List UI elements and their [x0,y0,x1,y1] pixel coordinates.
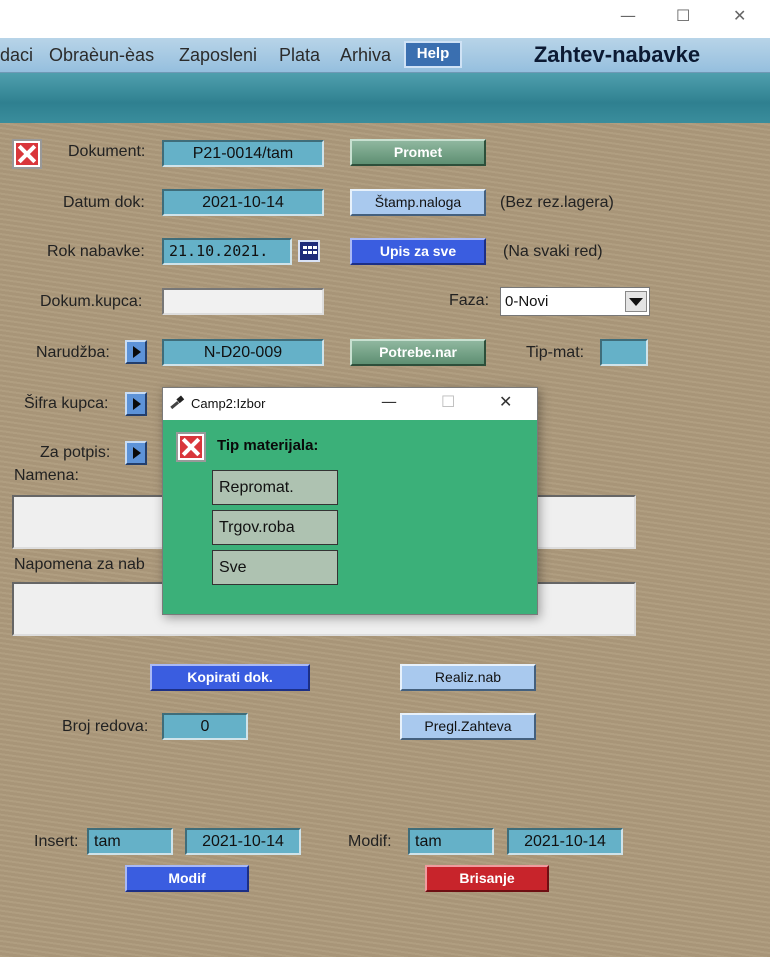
faza-label: Faza: [449,292,490,309]
pregl-zahteva-button[interactable]: Pregl.Zahteva [400,713,536,740]
insert-date-field: 2021-10-14 [185,828,301,855]
maximize-icon[interactable]: ☐ [676,6,690,25]
za-potpis-label: Za potpis: [40,444,111,461]
modif-user-field: tam [408,828,494,855]
option-trgov-roba[interactable]: Trgov.roba [212,510,338,545]
dialog-maximize-icon: ☐ [441,392,456,411]
modif-label: Modif: [348,833,392,850]
dokum-kupca-field[interactable] [162,288,324,315]
dialog-minimize-icon[interactable]: — [381,392,397,411]
promet-button[interactable]: Promet [350,139,486,166]
modif-button[interactable]: Modif [125,865,249,892]
upis-za-sve-button[interactable]: Upis za sve [350,238,486,265]
option-repromat[interactable]: Repromat. [212,470,338,505]
tip-materijala-dialog: Camp2:Izbor — ☐ ✕ Tip materijala: Reprom… [162,387,538,615]
za-potpis-lookup-button[interactable] [125,441,147,465]
hammer-icon [170,395,185,410]
broj-redova-field: 0 [162,713,248,740]
tip-mat-field[interactable] [600,339,648,366]
tip-mat-label: Tip-mat: [526,344,585,361]
insert-user-field: tam [87,828,173,855]
realiz-nab-button[interactable]: Realiz.nab [400,664,536,691]
sifra-kupca-lookup-button[interactable] [125,392,147,416]
app-title: Zahtev-nabavke [533,42,701,67]
dialog-cancel-icon[interactable] [176,432,206,462]
menu-item-daci[interactable]: daci [0,45,33,66]
calendar-icon[interactable] [298,240,320,262]
stampa-naloga-button[interactable]: Štamp.naloga [350,189,486,216]
narudzba-label: Narudžba: [36,344,110,361]
upis-note: (Na svaki red) [503,243,603,260]
menu-item-arhiva[interactable]: Arhiva [340,45,391,66]
narudzba-lookup-button[interactable] [125,340,147,364]
kopirati-dok-button[interactable]: Kopirati dok. [150,664,310,691]
menu-item-zaposleni[interactable]: Zaposleni [179,45,257,66]
rok-nabavke-field[interactable]: 21.10.2021. [162,238,292,265]
napomena-label: Napomena za nab [14,556,145,573]
stamp-note: (Bez rez.lagera) [500,194,614,211]
dokument-label: Dokument: [68,143,146,160]
help-button[interactable]: Help [404,41,462,68]
chevron-down-icon[interactable] [625,291,647,312]
faza-value: 0-Novi [505,293,549,310]
dialog-close-icon[interactable]: ✕ [499,392,512,411]
menu-item-plata[interactable]: Plata [279,45,320,66]
dialog-heading: Tip materijala: [217,437,319,454]
toolbar-strip [0,73,770,123]
datum-field[interactable]: 2021-10-14 [162,189,324,216]
close-icon[interactable]: ✕ [733,6,746,25]
broj-redova-label: Broj redova: [62,718,149,735]
namena-label: Namena: [14,467,79,484]
window-titlebar: — ☐ ✕ [0,0,770,38]
dialog-title: Camp2:Izbor [191,396,266,411]
insert-label: Insert: [34,833,79,850]
option-sve[interactable]: Sve [212,550,338,585]
dialog-titlebar: Camp2:Izbor — ☐ ✕ [163,388,537,420]
menu-item-obracun[interactable]: Obraèun-èas [49,45,154,66]
dokument-field[interactable]: P21-0014/tam [162,140,324,167]
datum-label: Datum dok: [63,194,145,211]
faza-select[interactable]: 0-Novi [500,287,650,316]
dokum-kupca-label: Dokum.kupca: [40,293,143,310]
potrebe-nar-button[interactable]: Potrebe.nar [350,339,486,366]
rok-nabavke-label: Rok nabavke: [47,243,145,260]
brisanje-button[interactable]: Brisanje [425,865,549,892]
minimize-icon[interactable]: — [620,6,636,25]
narudzba-field[interactable]: N-D20-009 [162,339,324,366]
sifra-kupca-label: Šifra kupca: [24,395,109,412]
close-form-icon[interactable] [12,139,42,169]
modif-date-field: 2021-10-14 [507,828,623,855]
